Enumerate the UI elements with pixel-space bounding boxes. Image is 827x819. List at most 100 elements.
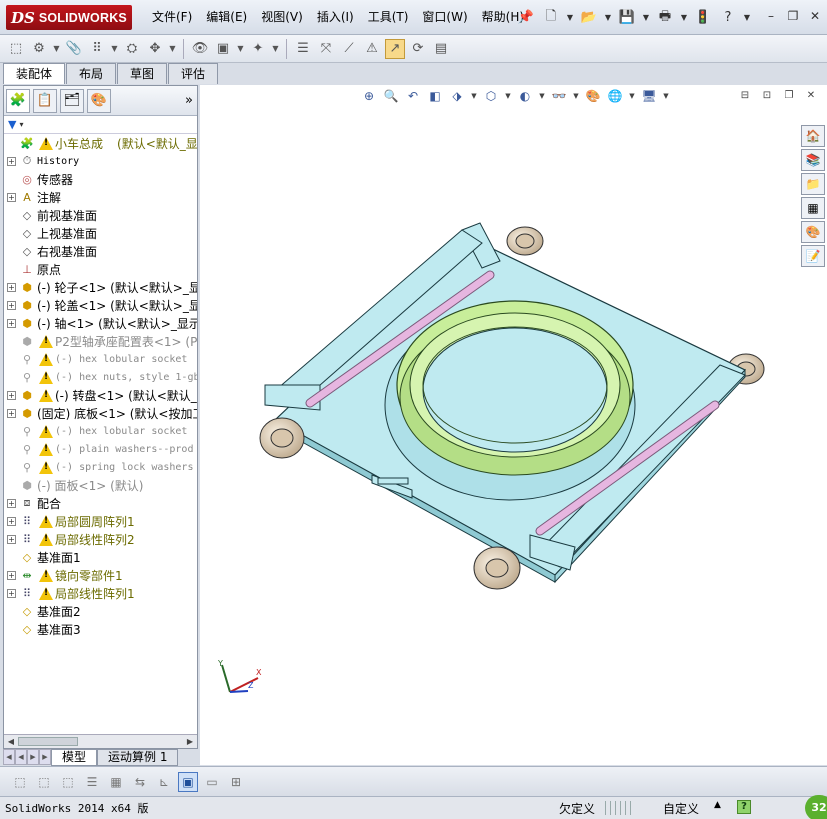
linear-pattern-icon[interactable]: ⠿ [87, 39, 107, 59]
tree-item[interactable]: ⚲ (-) hex lobular socket [4, 350, 197, 368]
sketch-lines-icon[interactable]: ☰ [82, 772, 102, 792]
expand-toggle-icon[interactable]: + [7, 570, 16, 580]
tab-model[interactable]: 模型 [51, 749, 98, 766]
open-dropdown-icon[interactable]: ▼ [603, 7, 613, 29]
show-hidden-icon[interactable]: 👁 [190, 39, 210, 59]
tab-nav-next-icon[interactable]: ▶ [27, 749, 39, 765]
tab-evaluate[interactable]: 评估 [168, 63, 219, 84]
edit-component-icon[interactable]: ⬚ [6, 39, 26, 59]
panel-expand-icon[interactable]: » [185, 93, 193, 108]
tree-item[interactable]: + ⬢ (-) 轴<1> (默认<默认>_显示状态-1>) [4, 314, 197, 332]
print-dropdown-icon[interactable]: ▼ [679, 7, 689, 29]
tab-sketch[interactable]: 草图 [117, 63, 168, 84]
expand-toggle-icon[interactable]: + [7, 408, 16, 418]
help-icon[interactable]: ? [717, 7, 739, 29]
expand-toggle-icon[interactable]: + [7, 156, 16, 166]
tree-item[interactable]: ◇ 前视基准面 [4, 206, 197, 224]
exploded-view-icon[interactable]: ⤧ [316, 39, 336, 59]
pattern-dropdown-icon[interactable]: ▼ [110, 39, 119, 59]
update-speedpak-icon[interactable]: ⟳ [408, 39, 428, 59]
grid-icon[interactable]: ▦ [106, 772, 126, 792]
smart-fasteners-icon[interactable]: ⛭ [122, 39, 142, 59]
bill-of-materials-icon[interactable]: ☰ [293, 39, 313, 59]
restore-icon[interactable]: ❐ [785, 8, 801, 24]
new-document-icon[interactable]: 🗋 [540, 7, 562, 29]
close-icon[interactable]: ✕ [807, 8, 823, 24]
mirror-icon[interactable]: ⇆ [130, 772, 150, 792]
tree-item[interactable]: + A 注解 [4, 188, 197, 206]
scroll-thumb[interactable] [18, 737, 78, 746]
new-dropdown-icon[interactable]: ▼ [565, 7, 575, 29]
tree-item[interactable]: ◇ 右视基准面 [4, 242, 197, 260]
tree-item[interactable]: + ⬢ (-) 转盘<1> (默认<默认_显示状态-1>) [4, 386, 197, 404]
assembly-features-icon[interactable]: ▣ [213, 39, 233, 59]
tab-motion-study[interactable]: 运动算例 1 [97, 749, 179, 766]
expand-toggle-icon[interactable]: + [7, 282, 16, 292]
minimize-icon[interactable]: – [763, 8, 779, 24]
pin-icon[interactable]: 📌 [515, 7, 537, 29]
menu-window[interactable]: 窗口(W) [415, 0, 474, 35]
mate-icon[interactable]: 📎 [64, 39, 84, 59]
tree-item[interactable]: ⊥ 原点 [4, 260, 197, 278]
tree-item[interactable]: + ⠿ 局部线性阵列1 [4, 584, 197, 602]
tree-item[interactable]: + ⇹ 镜向零部件1 [4, 566, 197, 584]
tree-item[interactable]: ◇ 基准面2 [4, 602, 197, 620]
move-dropdown-icon[interactable]: ▼ [168, 39, 177, 59]
tree-item[interactable]: ◇ 上视基准面 [4, 224, 197, 242]
save-dropdown-icon[interactable]: ▼ [641, 7, 651, 29]
scroll-right-icon[interactable]: ▶ [184, 736, 196, 748]
single-view-icon[interactable]: ▭ [202, 772, 222, 792]
tab-layout[interactable]: 布局 [66, 63, 117, 84]
rebuild-traffic-light-icon[interactable]: 🚦 [692, 7, 714, 29]
tree-item[interactable]: ⬢ (-) 面板<1> (默认) [4, 476, 197, 494]
instant3d-icon[interactable]: ↗ [385, 38, 405, 59]
move-component-icon[interactable]: ✥ [145, 39, 165, 59]
expand-toggle-icon[interactable]: + [7, 516, 16, 526]
open-folder-icon[interactable]: 📂 [578, 7, 600, 29]
temp-axes-icon[interactable]: ⬚ [10, 772, 30, 792]
filter-dropdown-icon[interactable]: ▾ [19, 120, 23, 129]
tab-assembly[interactable]: 装配体 [3, 63, 66, 84]
insert-component-icon[interactable]: ⚙ [29, 39, 49, 59]
dimensions-icon[interactable]: ⊾ [154, 772, 174, 792]
features-dropdown-icon[interactable]: ▼ [236, 39, 245, 59]
expand-toggle-icon[interactable]: + [7, 300, 16, 310]
menu-file[interactable]: 文件(F) [145, 0, 199, 35]
menu-tools[interactable]: 工具(T) [361, 0, 416, 35]
tree-item[interactable]: 🧩 小车总成 (默认<默认_显示状态-1>) [4, 134, 197, 152]
interference-detection-icon[interactable]: ⚠ [362, 39, 382, 59]
tree-item[interactable]: ⚲ (-) plain washers--prod [4, 440, 197, 458]
display-manager-tab-icon[interactable]: 🎨 [87, 88, 111, 113]
tree-item[interactable]: ⚲ (-) spring lock washers [4, 458, 197, 476]
tree-item[interactable]: ◇ 基准面3 [4, 620, 197, 638]
tree-item[interactable]: + ⧈ 配合 [4, 494, 197, 512]
tree-item[interactable]: + ⬢ (-) 轮子<1> (默认<默认>_显示状态-1>) [4, 278, 197, 296]
expand-toggle-icon[interactable]: + [7, 318, 16, 328]
help-dropdown-icon[interactable]: ▼ [742, 7, 752, 29]
menu-view[interactable]: 视图(V) [254, 0, 310, 35]
tree-item[interactable]: + ⠿ 局部线性阵列2 [4, 530, 197, 548]
explode-line-sketch-icon[interactable]: ⟋ [339, 39, 359, 59]
notification-badge[interactable]: 32 [805, 795, 827, 819]
unit-dropdown-icon[interactable]: ▲ [714, 800, 721, 810]
tree-item[interactable]: ⚲ (-) hex nuts, style 1-gb [4, 368, 197, 386]
tree-item[interactable]: + ⬢ (固定) 底板<1> (默认<按加工>) [4, 404, 197, 422]
planes-icon[interactable]: ⬚ [58, 772, 78, 792]
tab-nav-prev-icon[interactable]: ◀ [15, 749, 27, 765]
tree-item[interactable]: ◇ 基准面1 [4, 548, 197, 566]
menu-insert[interactable]: 插入(I) [310, 0, 361, 35]
expand-toggle-icon[interactable]: + [7, 192, 16, 202]
tree-item[interactable]: + ⠿ 局部圆周阵列1 [4, 512, 197, 530]
expand-toggle-icon[interactable]: + [7, 498, 16, 508]
take-snapshot-icon[interactable]: ▤ [431, 39, 451, 59]
menu-edit[interactable]: 编辑(E) [199, 0, 254, 35]
expand-toggle-icon[interactable]: + [7, 390, 16, 400]
tree-filter[interactable]: ▼ ▾ [4, 116, 197, 134]
save-icon[interactable]: 💾 [616, 7, 638, 29]
feature-manager-tab-icon[interactable]: 🧩 [6, 88, 30, 113]
scroll-left-icon[interactable]: ◀ [5, 736, 17, 748]
reference-dropdown-icon[interactable]: ▼ [271, 39, 280, 59]
quick-tips-icon[interactable]: ? [737, 800, 751, 814]
tree-item[interactable]: + ⬢ (-) 轮盖<1> (默认<默认>_显示状态-1>) [4, 296, 197, 314]
tree-item[interactable]: ◎ 传感器 [4, 170, 197, 188]
